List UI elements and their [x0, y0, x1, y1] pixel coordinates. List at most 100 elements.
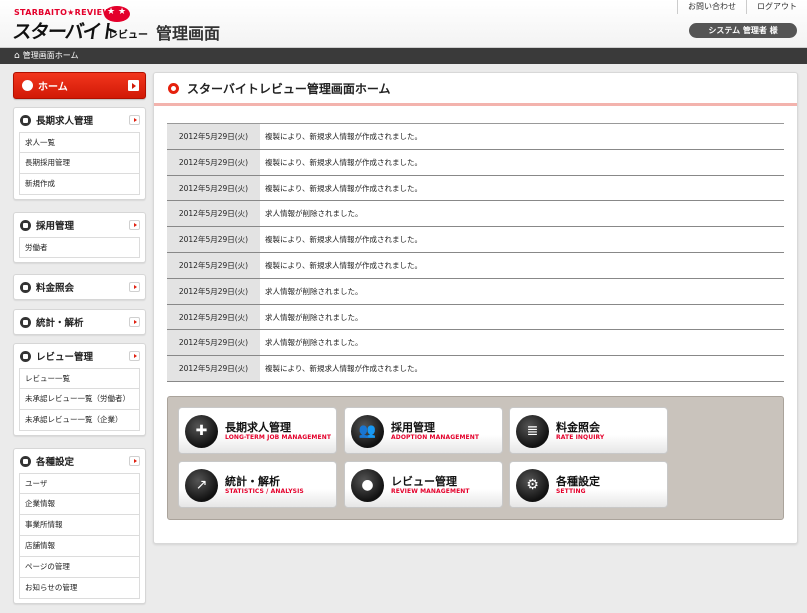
sidebar-head-label: 各種設定 [36, 457, 75, 468]
list-item: 2012年5月29日(火) 求人情報が削除されました。 [167, 330, 784, 357]
news-text: 求人情報が削除されました。 [265, 286, 363, 296]
quick-links-panel: ✚ 長期求人管理 LONG-TERM JOB MANAGEMENT 👥 採用管理… [167, 396, 784, 520]
quick-link-statistics[interactable]: ↗ 統計・解析 STATISTICS / ANALYSIS [178, 461, 337, 508]
user-badge[interactable]: システム 管理者 様 [689, 23, 797, 38]
news-date: 2012年5月29日(火) [167, 304, 260, 330]
sidebar-home-label: ホーム [38, 82, 68, 93]
sidebar-item-new-job[interactable]: 新規作成 [19, 174, 140, 195]
news-text: 求人情報が削除されました。 [265, 338, 363, 348]
quick-link-settings[interactable]: ⚙ 各種設定 SETTING [509, 461, 668, 508]
speech-bubble-icon: ● [351, 469, 384, 502]
sidebar-group-rates[interactable]: 料金照会 [13, 274, 146, 300]
news-text: 複製により、新規求人情報が作成されました。 [265, 260, 423, 270]
news-date: 2012年5月29日(火) [167, 201, 260, 227]
arrow-right-icon [129, 282, 140, 292]
logo[interactable]: スターバイト [11, 17, 120, 44]
logo-star-badge: ★ ★ [104, 6, 130, 22]
sidebar-head-hiring[interactable]: 採用管理 [14, 213, 145, 237]
sidebar-group-hiring: 採用管理 労働者 [13, 212, 146, 263]
news-text: 求人情報が削除されました。 [265, 312, 363, 322]
news-date: 2012年5月29日(火) [167, 278, 260, 304]
ring-icon [168, 82, 179, 94]
sidebar-item-page-management[interactable]: ページの管理 [19, 557, 140, 578]
quick-link-label: 長期求人管理 [225, 421, 291, 434]
header: STARBAITO★REVIEW スターバイト レビュー ★ ★ 管理画面 お問… [0, 0, 807, 48]
news-text: 複製により、新規求人情報が作成されました。 [265, 183, 423, 193]
sidebar-head-label: 料金照会 [36, 283, 75, 294]
sidebar-item-store-info[interactable]: 店舗情報 [19, 536, 140, 557]
page-header-title: 管理画面 [156, 24, 221, 43]
sidebar-head-label: 採用管理 [36, 221, 75, 232]
sidebar-item-long-term-hiring[interactable]: 長期採用管理 [19, 153, 140, 174]
quick-link-sub: SETTING [556, 488, 586, 495]
contact-link[interactable]: お問い合わせ [677, 0, 746, 14]
star-icon: ★ [107, 7, 116, 17]
news-date: 2012年5月29日(火) [167, 252, 260, 278]
sidebar-head-rates[interactable]: 料金照会 [14, 275, 145, 299]
sidebar-head-statistics[interactable]: 統計・解析 [14, 310, 145, 334]
quick-link-reviews[interactable]: ● レビュー管理 REVIEW MANAGEMENT [344, 461, 503, 508]
people-icon: 👥 [351, 415, 384, 448]
main-panel: スターバイトレビュー管理画面ホーム 2012年5月29日(火) 複製により、新規求… [153, 72, 798, 544]
gear-icon: ⚙ [516, 469, 549, 502]
page-title: スターバイトレビュー管理画面ホーム [187, 81, 391, 96]
logo-tagline: STARBAITO★REVIEW [14, 8, 112, 17]
arrow-right-icon [128, 80, 139, 91]
sidebar-item-company-info[interactable]: 企業情報 [19, 494, 140, 515]
news-list: 2012年5月29日(火) 複製により、新規求人情報が作成されました。 2012年… [167, 123, 784, 382]
quick-link-rates[interactable]: ≣ 料金照会 RATE INQUIRY [509, 407, 668, 454]
chart-icon [20, 316, 31, 328]
sidebar-group-settings: 各種設定 ユーザ 企業情報 事業所情報 店舗情報 ページの管理 お知らせの管理 [13, 448, 146, 604]
news-date: 2012年5月29日(火) [167, 330, 260, 356]
sidebar-item-unapproved-worker[interactable]: 未承認レビュー一覧（労働者） [19, 389, 140, 410]
quick-link-hiring[interactable]: 👥 採用管理 ADOPTION MANAGEMENT [344, 407, 503, 454]
gear-icon [20, 455, 31, 467]
sidebar-head-long-term-jobs[interactable]: 長期求人管理 [14, 108, 145, 132]
quick-link-sub: LONG-TERM JOB MANAGEMENT [225, 434, 332, 441]
news-text: 求人情報が削除されました。 [265, 209, 363, 219]
list-item: 2012年5月29日(火) 求人情報が削除されました。 [167, 304, 784, 331]
quick-link-sub: ADOPTION MANAGEMENT [391, 434, 480, 441]
sidebar-head-settings[interactable]: 各種設定 [14, 449, 145, 473]
sidebar-item-office-info[interactable]: 事業所情報 [19, 515, 140, 536]
quick-link-long-term-jobs[interactable]: ✚ 長期求人管理 LONG-TERM JOB MANAGEMENT [178, 407, 337, 454]
arrow-right-icon [129, 115, 140, 125]
list-item: 2012年5月29日(火) 複製により、新規求人情報が作成されました。 [167, 227, 784, 253]
quick-link-label: 統計・解析 [225, 475, 280, 488]
news-text: 複製により、新規求人情報が作成されました。 [265, 364, 423, 374]
breadcrumb: ⌂ 管理画面ホーム [0, 48, 807, 64]
list-item: 2012年5月29日(火) 複製により、新規求人情報が作成されました。 [167, 252, 784, 279]
money-icon: ≣ [516, 415, 549, 448]
news-text: 複製により、新規求人情報が作成されました。 [265, 235, 423, 245]
arrow-right-icon [129, 220, 140, 230]
quick-link-sub: STATISTICS / ANALYSIS [225, 488, 304, 495]
star-icon: ★ [118, 7, 127, 17]
sidebar-item-review-list[interactable]: レビュー一覧 [19, 368, 140, 389]
news-date: 2012年5月29日(火) [167, 227, 260, 252]
sidebar-item-job-list[interactable]: 求人一覧 [19, 132, 140, 153]
speech-bubble-icon [20, 350, 31, 362]
news-date: 2012年5月29日(火) [167, 149, 260, 175]
breadcrumb-current[interactable]: 管理画面ホーム [23, 48, 79, 64]
news-date: 2012年5月29日(火) [167, 124, 260, 149]
people-icon [20, 219, 31, 231]
sidebar-head-reviews[interactable]: レビュー管理 [14, 344, 145, 368]
sidebar-group-long-term-jobs: 長期求人管理 求人一覧 長期採用管理 新規作成 [13, 107, 146, 200]
sidebar-item-notice-management[interactable]: お知らせの管理 [19, 578, 140, 599]
home-icon: ⌂ [14, 51, 20, 61]
sidebar-group-reviews: レビュー管理 レビュー一覧 未承認レビュー一覧（労働者） 未承認レビュー一覧（企… [13, 343, 146, 436]
sidebar-item-unapproved-company[interactable]: 未承認レビュー一覧（企業） [19, 410, 140, 431]
money-icon [20, 281, 31, 293]
sidebar-head-label: レビュー管理 [36, 352, 94, 363]
news-text: 複製により、新規求人情報が作成されました。 [265, 157, 423, 167]
main-title-bar: スターバイトレビュー管理画面ホーム [154, 73, 797, 106]
sidebar-item-users[interactable]: ユーザ [19, 473, 140, 494]
logout-link[interactable]: ログアウト [746, 0, 807, 14]
sidebar-home-button[interactable]: ホーム [13, 72, 146, 99]
list-item: 2012年5月29日(火) 複製により、新規求人情報が作成されました。 [167, 175, 784, 202]
sidebar-group-statistics[interactable]: 統計・解析 [13, 309, 146, 335]
list-item: 2012年5月29日(火) 求人情報が削除されました。 [167, 278, 784, 305]
list-item: 2012年5月29日(火) 複製により、新規求人情報が作成されました。 [167, 124, 784, 150]
sidebar-item-workers[interactable]: 労働者 [19, 237, 140, 258]
sidebar-head-label: 統計・解析 [36, 318, 84, 329]
